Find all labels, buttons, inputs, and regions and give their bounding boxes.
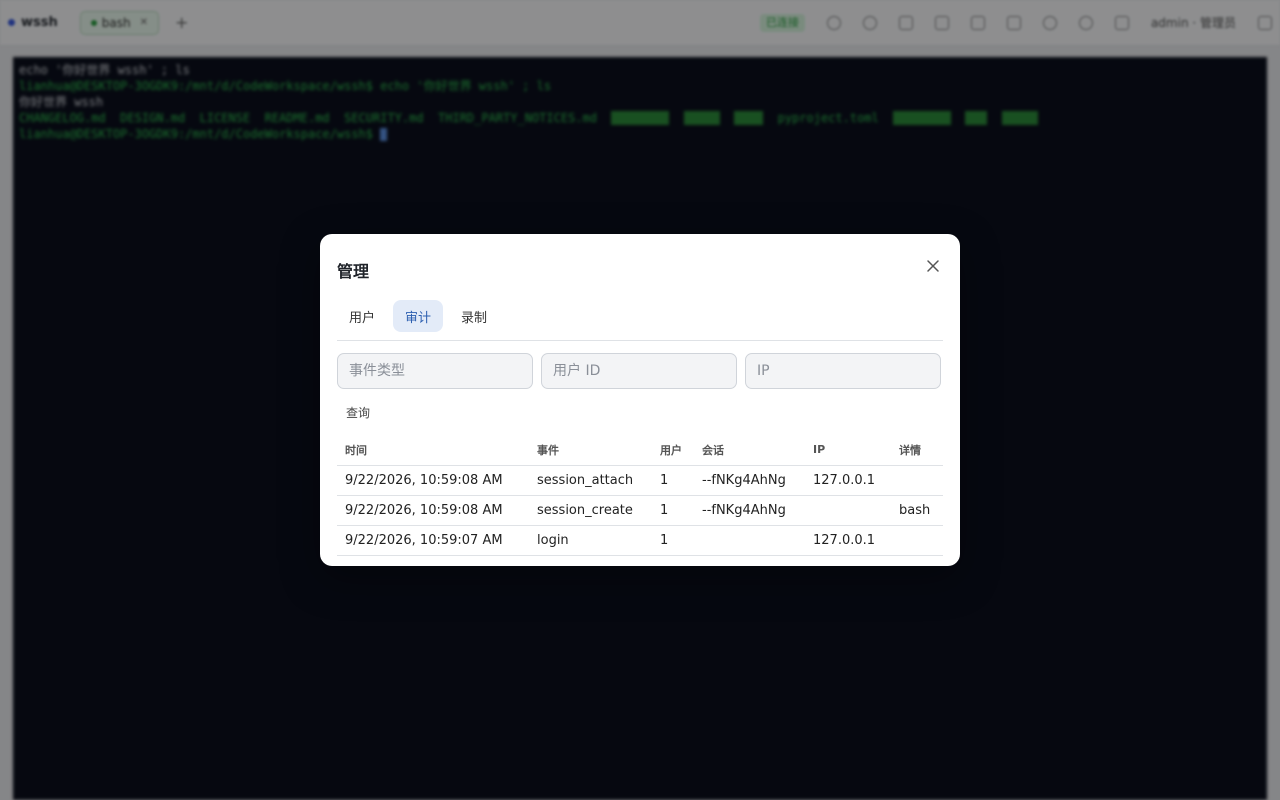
column-header-event: 事件 <box>529 435 652 466</box>
cell-session: --fNKg4AhNg <box>694 495 805 526</box>
cell-event: session_create <box>529 495 652 526</box>
audit-filters <box>337 353 943 389</box>
cell-user: 1 <box>652 495 694 526</box>
query-button[interactable]: 查询 <box>338 401 378 425</box>
column-header-time: 时间 <box>337 435 529 466</box>
cell-time: 9/22/2026, 10:59:08 AM <box>337 495 529 526</box>
audit-table: 时间 事件 用户 会话 IP 详情 9/22/2026, 10:59:08 AM… <box>337 435 943 556</box>
cell-detail <box>891 525 943 556</box>
cell-user: 1 <box>652 465 694 496</box>
cell-ip: 127.0.0.1 <box>805 525 891 556</box>
tab-recordings[interactable]: 录制 <box>449 300 499 332</box>
cell-ip <box>805 495 891 526</box>
admin-modal: 管理 用户 审计 录制 查询 时间 事件 用户 会话 IP 详情 <box>320 234 960 566</box>
table-row: 9/22/2026, 10:59:07 AM login 1 127.0.0.1 <box>337 525 943 556</box>
table-row: 9/22/2026, 10:59:08 AM session_create 1 … <box>337 495 943 526</box>
cell-ip: 127.0.0.1 <box>805 465 891 496</box>
column-header-user: 用户 <box>652 435 694 466</box>
cell-time: 9/22/2026, 10:59:07 AM <box>337 525 529 556</box>
ip-input[interactable] <box>745 353 941 389</box>
cell-session <box>694 525 805 556</box>
cell-time: 9/22/2026, 10:59:08 AM <box>337 465 529 496</box>
tab-users[interactable]: 用户 <box>337 300 387 332</box>
close-icon <box>927 260 939 272</box>
close-button[interactable] <box>921 254 945 278</box>
cell-detail: bash <box>891 495 943 526</box>
column-header-detail: 详情 <box>891 435 943 466</box>
cell-session: --fNKg4AhNg <box>694 465 805 496</box>
cell-event: session_attach <box>529 465 652 496</box>
user-id-input[interactable] <box>541 353 737 389</box>
cell-event: login <box>529 525 652 556</box>
modal-header: 管理 <box>337 234 943 300</box>
modal-title: 管理 <box>337 262 370 281</box>
table-header-row: 时间 事件 用户 会话 IP 详情 <box>337 435 943 466</box>
column-header-session: 会话 <box>694 435 805 466</box>
tab-audit[interactable]: 审计 <box>393 300 444 332</box>
cell-user: 1 <box>652 525 694 556</box>
table-row: 9/22/2026, 10:59:08 AM session_attach 1 … <box>337 465 943 496</box>
column-header-ip: IP <box>805 435 891 466</box>
event-type-input[interactable] <box>337 353 533 389</box>
modal-tabs: 用户 审计 录制 <box>337 300 943 341</box>
cell-detail <box>891 465 943 496</box>
